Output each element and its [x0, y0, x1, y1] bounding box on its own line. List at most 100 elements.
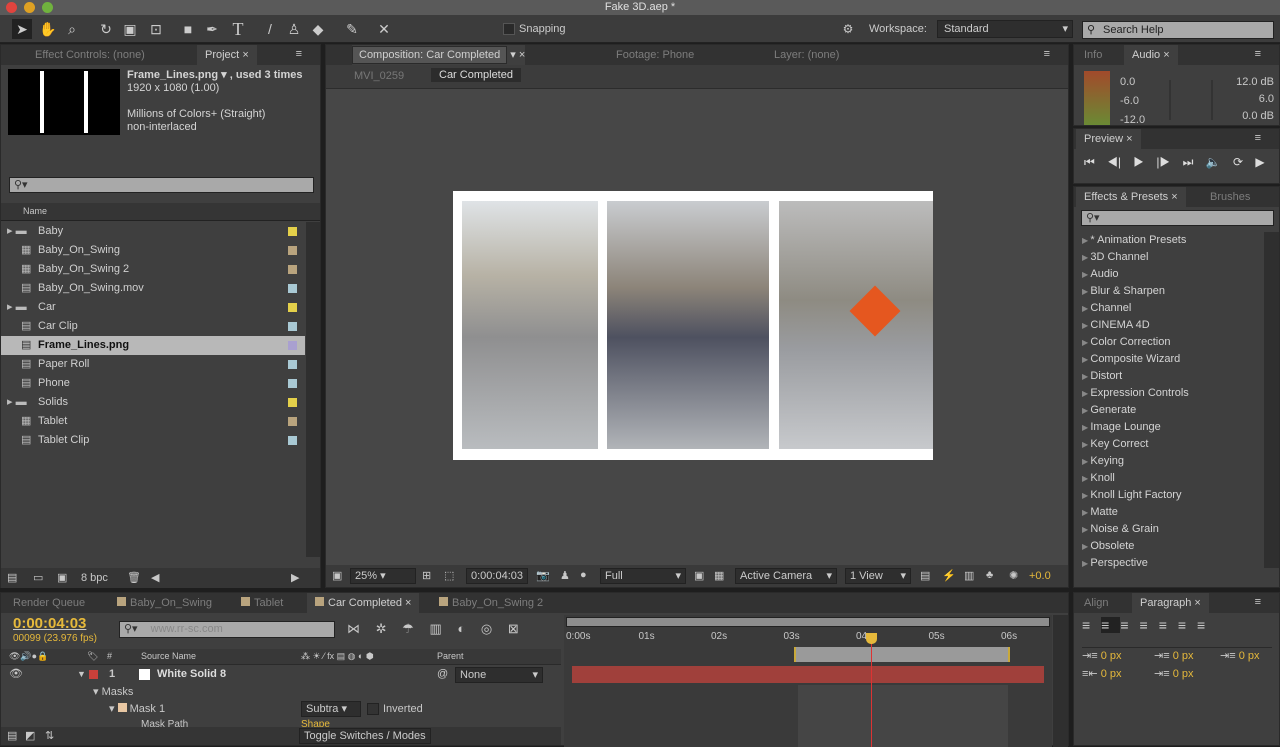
layer-row[interactable]: 👁 ▼ 1 White Solid 8 @ None ▾	[1, 666, 561, 683]
visibility-eye-icon[interactable]: 👁	[9, 666, 23, 683]
always-preview-icon[interactable]: ▣	[332, 569, 342, 582]
label-color[interactable]	[288, 360, 297, 369]
panel-menu-icon[interactable]: ≡	[1255, 132, 1261, 144]
pen-tool-icon[interactable]: ✒	[202, 19, 222, 39]
scroll-left-icon[interactable]: ◀	[151, 571, 159, 584]
tab-audio[interactable]: Audio ×	[1124, 45, 1178, 65]
effect-category[interactable]: ▶ Channel	[1082, 300, 1131, 317]
transfer-controls-icon[interactable]: ◩	[25, 729, 35, 742]
indent-first-field[interactable]: ⇥≡ 0 px	[1220, 649, 1260, 662]
effect-category[interactable]: ▶ Key Correct	[1082, 436, 1148, 453]
panel-menu-icon[interactable]: ≡	[296, 48, 302, 60]
label-color[interactable]	[288, 398, 297, 407]
new-composition-icon[interactable]: ▣	[57, 571, 67, 584]
effect-category[interactable]: ▶ * Animation Presets	[1082, 232, 1186, 249]
reset-exposure-icon[interactable]: ✺	[1009, 569, 1018, 582]
trash-icon[interactable]: 🗑	[127, 571, 141, 584]
label-color[interactable]	[288, 341, 297, 350]
effects-search-input[interactable]: ⚲▾	[1081, 210, 1274, 226]
tab-brushes[interactable]: Brushes	[1202, 187, 1258, 207]
effect-category[interactable]: ▶ Expression Controls	[1082, 385, 1189, 402]
indent-first-value[interactable]: 0 px	[1239, 650, 1260, 662]
scroll-right-icon[interactable]: ▶	[291, 571, 299, 584]
timeline-timecode[interactable]: 0:00:04:03	[13, 615, 86, 632]
project-item[interactable]: ▸ ▬ Car	[1, 298, 305, 317]
project-item[interactable]: ▤ Phone	[1, 374, 305, 393]
camera-tool-icon[interactable]: ▣	[120, 19, 140, 39]
close-window-button[interactable]	[6, 2, 17, 13]
align-center-icon[interactable]: ≡	[1101, 617, 1121, 633]
minimize-window-button[interactable]	[24, 2, 35, 13]
label-color[interactable]	[288, 303, 297, 312]
timeline-tab[interactable]: Baby_On_Swing 2	[431, 593, 551, 613]
justify-last-left-icon[interactable]: ≡	[1140, 617, 1159, 633]
timeline-search-input[interactable]: ⚲▾ www.rr-sc.com	[119, 621, 335, 638]
label-color[interactable]	[288, 436, 297, 445]
graph-editor-icon[interactable]: ⊠	[508, 621, 519, 636]
magnification-select[interactable]: 25% ▾	[350, 568, 416, 584]
rectangle-tool-icon[interactable]: ■	[178, 19, 198, 39]
timeline-graph[interactable]: 0:00s 01s 02s 03s 04 05s 06s	[564, 615, 1052, 747]
effect-category[interactable]: ▶ Matte	[1082, 504, 1118, 521]
panel-menu-icon[interactable]: ≡	[1044, 48, 1050, 60]
label-color[interactable]	[288, 284, 297, 293]
project-item[interactable]: ▸ ▬ Solids	[1, 393, 305, 412]
ram-preview-icon[interactable]: ▶	[1255, 155, 1264, 169]
in-out-icon[interactable]: ⇅	[45, 729, 54, 742]
work-area-bar[interactable]	[566, 617, 1050, 627]
timeline-tab[interactable]: Render Queue	[5, 593, 93, 613]
project-scrollbar[interactable]	[306, 222, 320, 557]
breadcrumb-car-completed[interactable]: Car Completed	[431, 68, 521, 82]
project-item[interactable]: ▤ Frame_Lines.png	[1, 336, 305, 355]
space-after-field[interactable]: ⇥≡ 0 px	[1154, 667, 1194, 680]
mask-shape-value[interactable]: Shape	[301, 719, 330, 727]
effect-category[interactable]: ▶ Knoll Light Factory	[1082, 487, 1181, 504]
parent-select[interactable]: None ▾	[455, 667, 543, 683]
composition-mini-flowchart-icon[interactable]: ⋈	[347, 621, 360, 636]
tab-project[interactable]: Project ×	[197, 45, 257, 65]
tab-paragraph[interactable]: Paragraph ×	[1132, 593, 1209, 613]
snapshot-icon[interactable]: 📷	[536, 569, 550, 582]
effect-category[interactable]: ▶ Image Lounge	[1082, 419, 1161, 436]
align-left-icon[interactable]: ≡	[1082, 617, 1101, 633]
time-ruler[interactable]: 0:00s 01s 02s 03s 04 05s 06s	[564, 629, 1052, 647]
panel-menu-icon[interactable]: ≡	[1255, 48, 1261, 60]
effect-category[interactable]: ▶ Blur & Sharpen	[1082, 283, 1165, 300]
timeline-tab[interactable]: Tablet	[233, 593, 291, 613]
tab-preview[interactable]: Preview ×	[1076, 129, 1141, 149]
work-area-range[interactable]	[794, 647, 1010, 662]
tab-effect-controls[interactable]: Effect Controls: (none)	[27, 45, 153, 65]
tab-composition[interactable]: Composition: Car Completed ▾ ×	[352, 45, 526, 65]
effect-category[interactable]: ▶ Obsolete	[1082, 538, 1134, 555]
name-column-header[interactable]: Name	[1, 203, 320, 221]
tab-footage[interactable]: Footage: Phone	[608, 45, 702, 65]
effect-category[interactable]: ▶ Color Correction	[1082, 334, 1170, 351]
effect-category[interactable]: ▶ Knoll	[1082, 470, 1115, 487]
channel-icon[interactable]: ●	[580, 569, 587, 581]
brush-tool-icon[interactable]: /	[260, 19, 280, 39]
expand-triangle-icon[interactable]: ▼	[77, 666, 86, 683]
zoom-tool-icon[interactable]: ⌕	[62, 19, 82, 39]
effect-category[interactable]: ▶ Distort	[1082, 368, 1122, 385]
breadcrumb-mvi[interactable]: MVI_0259	[354, 70, 404, 82]
label-color[interactable]	[288, 379, 297, 388]
snapping-checkbox[interactable]	[503, 23, 515, 35]
parent-pickwhip-icon[interactable]: @	[437, 666, 448, 683]
hand-tool-icon[interactable]: ✋	[38, 19, 58, 39]
effect-category[interactable]: ▶ Generate	[1082, 402, 1136, 419]
indent-right-value[interactable]: 0 px	[1101, 668, 1122, 680]
workspace-select[interactable]: Standard ▾	[937, 20, 1073, 38]
effect-category[interactable]: ▶ Perspective	[1082, 555, 1148, 572]
motion-blur-icon[interactable]: ◐	[457, 621, 465, 636]
masks-group[interactable]: ▾ Masks	[93, 685, 133, 698]
transparency-grid-icon[interactable]: ▦	[714, 569, 724, 582]
puppet-pin-tool-icon[interactable]: ✕	[374, 19, 394, 39]
project-item[interactable]: ▸ ▬ Baby	[1, 222, 305, 241]
rotate-tool-icon[interactable]: ↻	[96, 19, 116, 39]
label-color[interactable]	[89, 670, 98, 679]
justify-last-center-icon[interactable]: ≡	[1159, 617, 1178, 633]
composition-canvas[interactable]	[453, 191, 933, 460]
effect-category[interactable]: ▶ CINEMA 4D	[1082, 317, 1150, 334]
next-frame-icon[interactable]: |▶	[1156, 155, 1170, 169]
label-color[interactable]	[288, 227, 297, 236]
